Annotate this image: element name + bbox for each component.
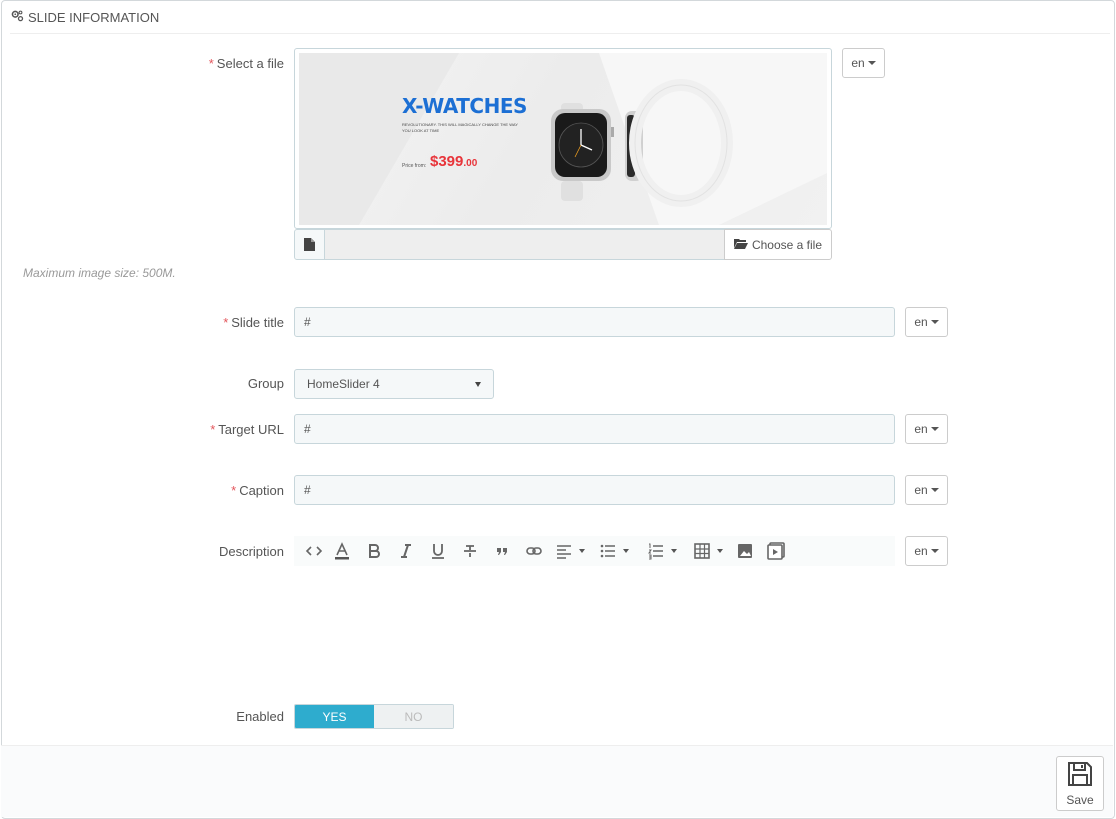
- caption-label-text: Caption: [239, 483, 284, 498]
- slide-title-input[interactable]: #: [294, 307, 895, 337]
- save-label: Save: [1066, 792, 1094, 807]
- target-url-label: * Target URL: [200, 422, 284, 437]
- align-icon[interactable]: [550, 536, 590, 566]
- required-mark: *: [210, 422, 216, 437]
- italic-icon[interactable]: [390, 536, 422, 566]
- save-button[interactable]: Save: [1056, 756, 1104, 811]
- required-mark: *: [208, 56, 214, 71]
- select-arrow-icon: [475, 381, 481, 387]
- panel-heading: SLIDE INFORMATION: [10, 1, 1110, 34]
- description-label: Description: [218, 544, 284, 559]
- file-icon: [294, 229, 325, 260]
- file-name-field[interactable]: [325, 229, 724, 260]
- banner-price: $399.00: [430, 153, 477, 170]
- file-upload-bar: Choose a file: [294, 229, 832, 260]
- lang-code: en: [914, 315, 928, 329]
- group-select[interactable]: HomeSlider 4: [294, 369, 494, 399]
- strikethrough-icon[interactable]: [454, 536, 486, 566]
- group-selected-value: HomeSlider 4: [307, 377, 380, 391]
- group-label: Group: [247, 376, 284, 391]
- blockquote-icon[interactable]: [486, 536, 518, 566]
- bold-icon[interactable]: [358, 536, 390, 566]
- lang-code: en: [914, 544, 928, 558]
- caret-down-icon: [623, 549, 629, 553]
- image-preview: X-WATCHES REVOLUTIONARY. THIS WILL MAGIC…: [294, 48, 832, 229]
- caret-down-icon: [717, 549, 723, 553]
- banner-price-value: $399: [430, 153, 464, 170]
- lang-dropdown-caption[interactable]: en: [905, 475, 948, 505]
- slide-title-label-text: Slide title: [231, 315, 284, 330]
- slide-title-label: * Slide title: [200, 315, 284, 330]
- image-icon[interactable]: [730, 536, 760, 566]
- ordered-list-icon[interactable]: [638, 536, 686, 566]
- caret-down-icon: [867, 61, 876, 65]
- unordered-list-icon[interactable]: [590, 536, 638, 566]
- panel-footer: [1, 745, 1113, 817]
- caret-down-icon: [930, 427, 939, 431]
- max-size-hint: Maximum image size: 500M.: [23, 266, 176, 280]
- target-url-input[interactable]: #: [294, 414, 895, 444]
- choose-file-button[interactable]: Choose a file: [724, 229, 832, 260]
- caret-down-icon: [930, 549, 939, 553]
- underline-icon[interactable]: [422, 536, 454, 566]
- required-mark: *: [223, 315, 229, 330]
- panel-title: SLIDE INFORMATION: [28, 9, 160, 25]
- banner-price-cents: .00: [463, 158, 478, 169]
- table-icon[interactable]: [686, 536, 730, 566]
- banner-price-label: Price from:: [402, 163, 427, 169]
- lang-dropdown-file[interactable]: en: [842, 48, 885, 78]
- description-editor-area[interactable]: [294, 566, 895, 686]
- font-color-icon[interactable]: [326, 536, 358, 566]
- lang-dropdown-description[interactable]: en: [905, 536, 948, 566]
- caption-label: * Caption: [200, 483, 284, 498]
- enabled-no-option[interactable]: NO: [374, 705, 453, 728]
- select-file-label-text: Select a file: [216, 56, 284, 71]
- banner-background: [299, 53, 827, 225]
- caret-down-icon: [930, 488, 939, 492]
- video-icon[interactable]: [760, 536, 792, 566]
- caret-down-icon: [930, 320, 939, 324]
- enabled-label: Enabled: [236, 709, 284, 724]
- caret-down-icon: [579, 549, 585, 553]
- cogs-icon: [10, 9, 24, 26]
- target-url-label-text: Target URL: [218, 422, 284, 437]
- banner-subtitle: REVOLUTIONARY. THIS WILL MAGICALLY CHANG…: [402, 122, 518, 133]
- lang-dropdown-url[interactable]: en: [905, 414, 948, 444]
- enabled-switch[interactable]: YES NO: [294, 704, 454, 729]
- save-icon: [1067, 761, 1093, 790]
- lang-code: en: [851, 56, 865, 70]
- lang-code: en: [914, 422, 928, 436]
- editor-toolbar: [294, 536, 895, 566]
- lang-code: en: [914, 483, 928, 497]
- banner-image: X-WATCHES REVOLUTIONARY. THIS WILL MAGIC…: [299, 53, 827, 225]
- required-mark: *: [231, 483, 237, 498]
- select-file-label: * Select a file: [200, 56, 284, 71]
- code-view-icon[interactable]: [302, 536, 326, 566]
- folder-open-icon: [733, 238, 748, 252]
- banner-title: X-WATCHES: [402, 94, 527, 118]
- link-icon[interactable]: [518, 536, 550, 566]
- caret-down-icon: [671, 549, 677, 553]
- lang-dropdown-title[interactable]: en: [905, 307, 948, 337]
- caption-input[interactable]: #: [294, 475, 895, 505]
- choose-file-label: Choose a file: [751, 237, 823, 252]
- enabled-yes-option[interactable]: YES: [295, 705, 374, 728]
